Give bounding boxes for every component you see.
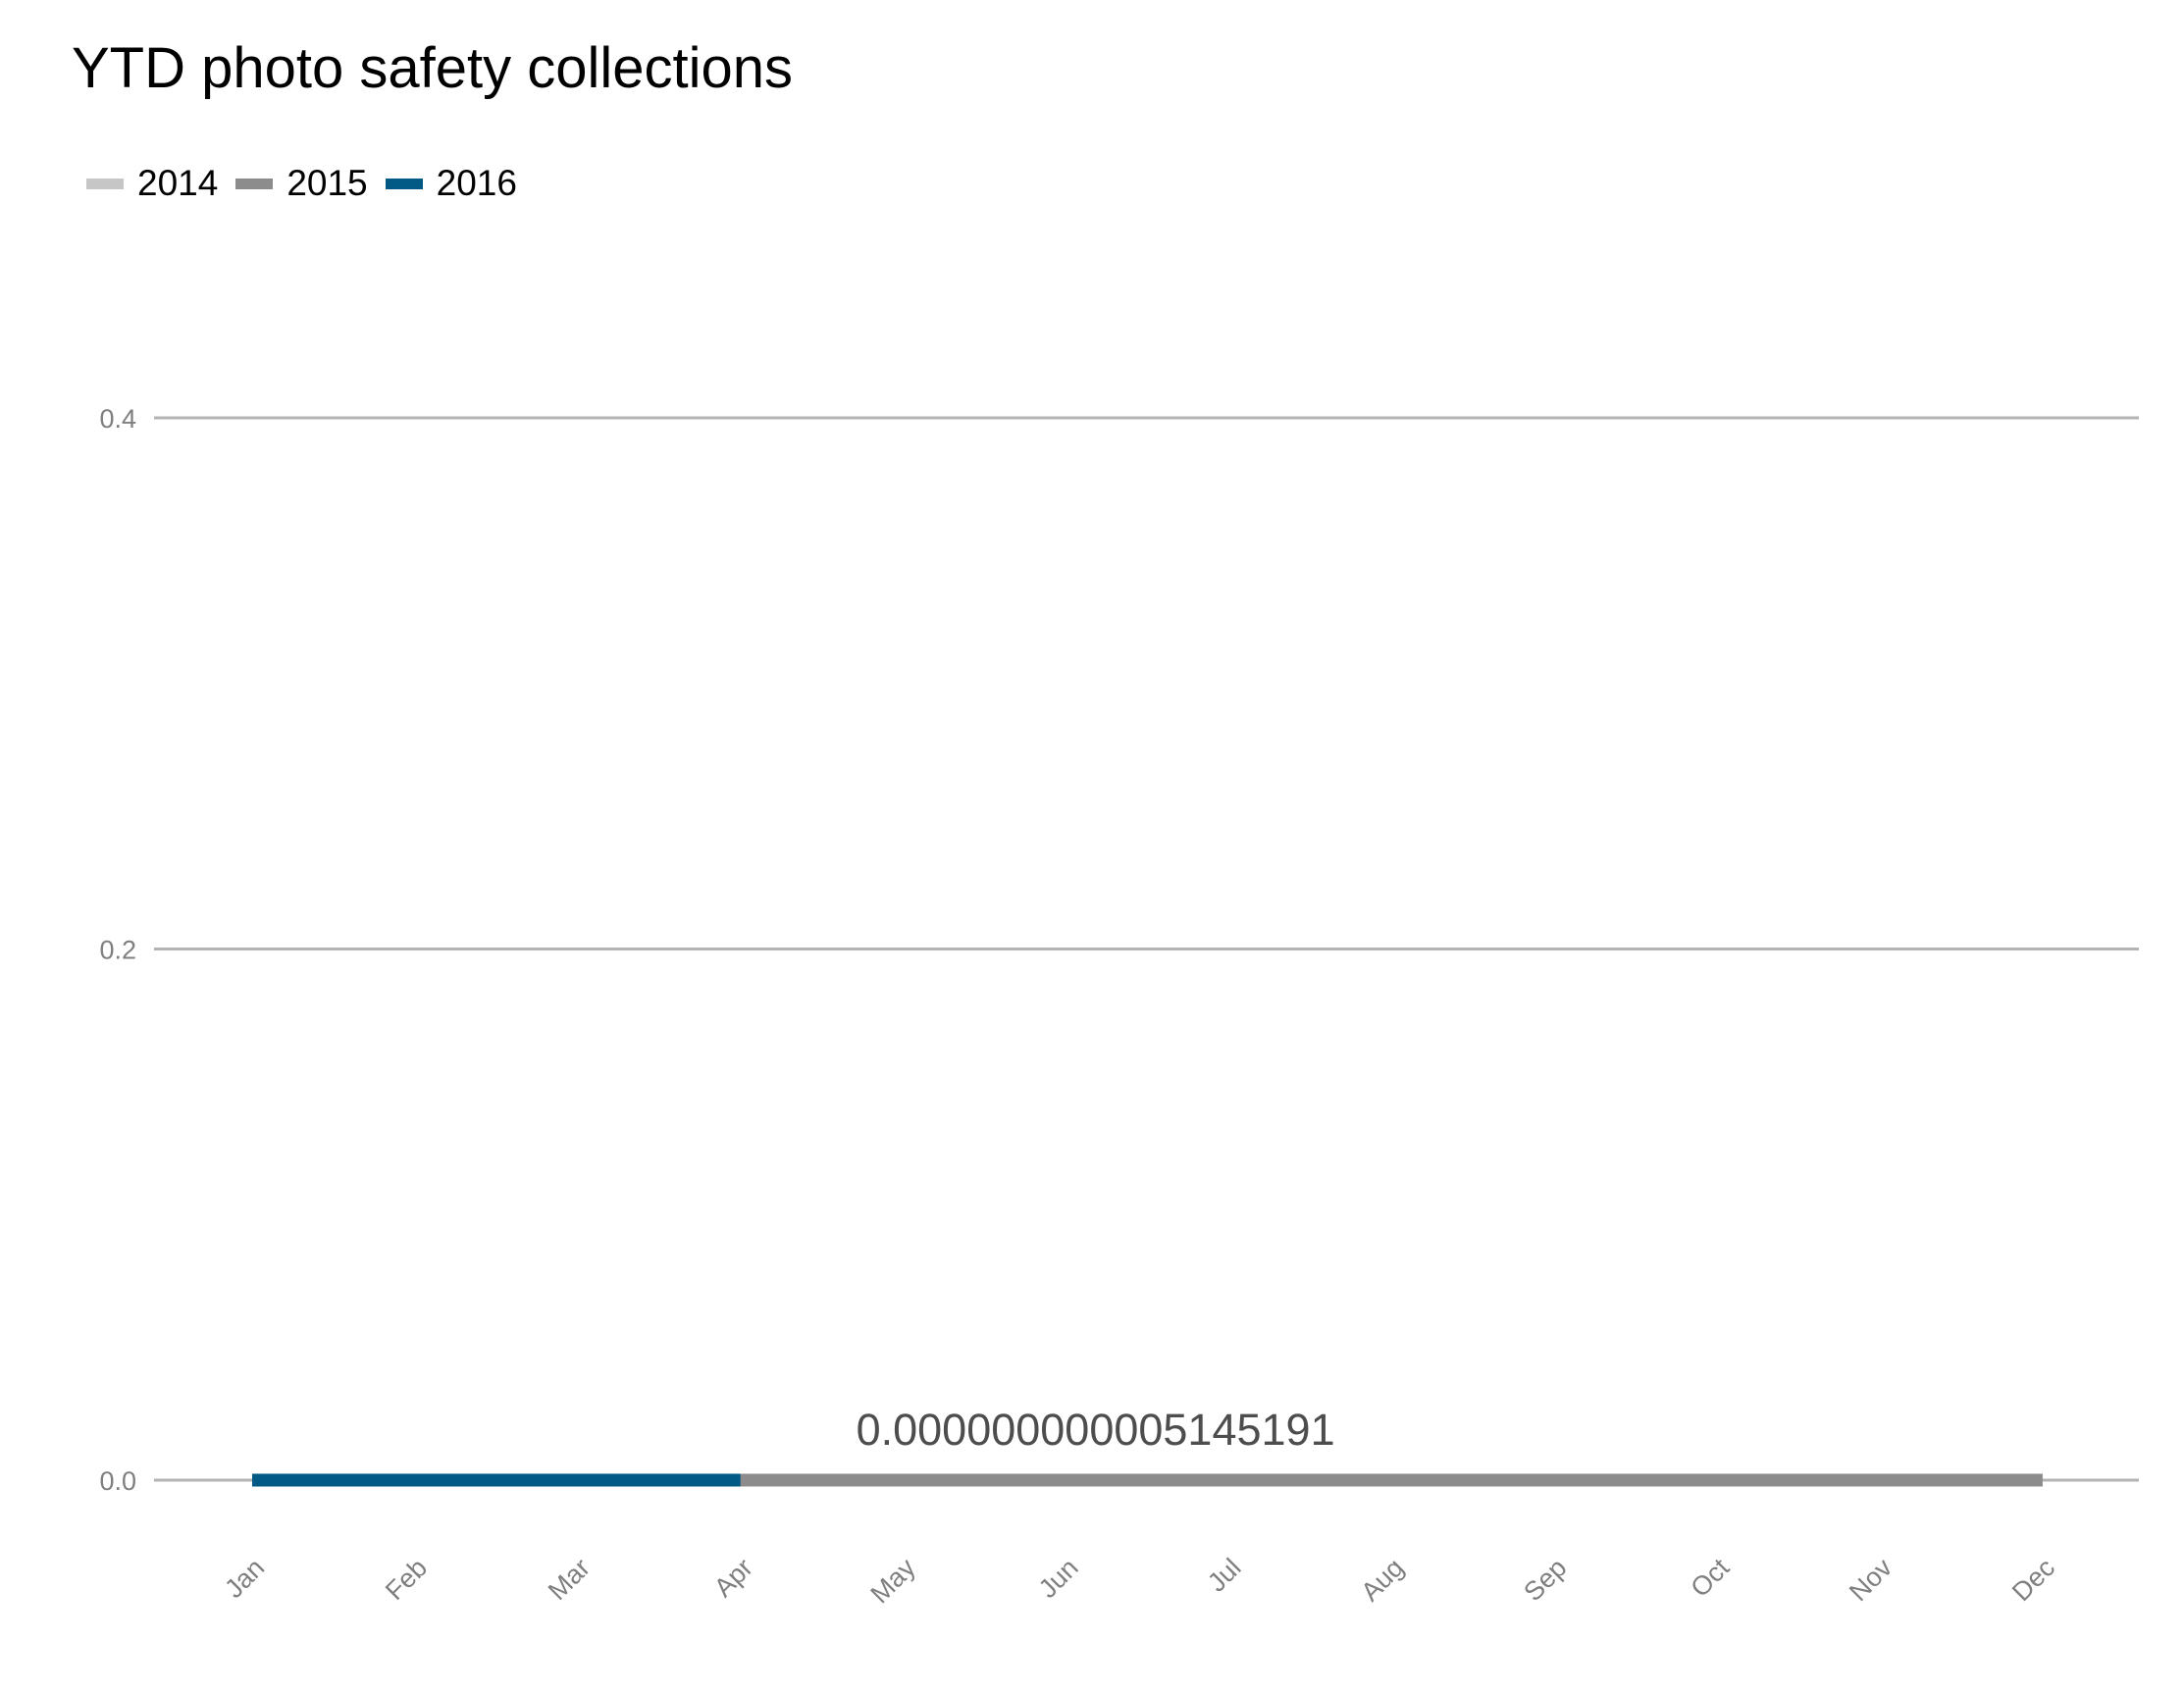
x-tick-label-oct: Oct	[1685, 1553, 1735, 1603]
y-tick-label-2: 0.4	[99, 404, 136, 434]
plot-area: 0.0 0.2 0.4 Jan Feb Mar Apr May Jun Jul Aug Sep Oct N…	[99, 404, 2139, 1610]
x-tick-label-nov: Nov	[1844, 1553, 1898, 1608]
x-tick-label-dec: Dec	[2006, 1553, 2060, 1607]
x-tick-label-mar: Mar	[543, 1553, 596, 1606]
x-tick-label-sep: Sep	[1518, 1553, 1572, 1607]
x-tick-label-may: May	[865, 1553, 922, 1610]
x-tick-label-jan: Jan	[219, 1553, 270, 1604]
y-tick-label-1: 0.2	[99, 936, 136, 965]
x-tick-label-aug: Aug	[1355, 1553, 1409, 1607]
data-label-0: 0.000000000005145191	[857, 1405, 1335, 1455]
x-tick-label-feb: Feb	[380, 1553, 433, 1606]
x-tick-label-jun: Jun	[1033, 1553, 1084, 1604]
y-tick-label-0: 0.0	[99, 1466, 136, 1496]
x-tick-label-jul: Jul	[1202, 1553, 1247, 1598]
chart: YTD photo safety collections 2014 2015 2…	[0, 0, 2184, 1692]
x-tick-label-apr: Apr	[708, 1553, 758, 1603]
